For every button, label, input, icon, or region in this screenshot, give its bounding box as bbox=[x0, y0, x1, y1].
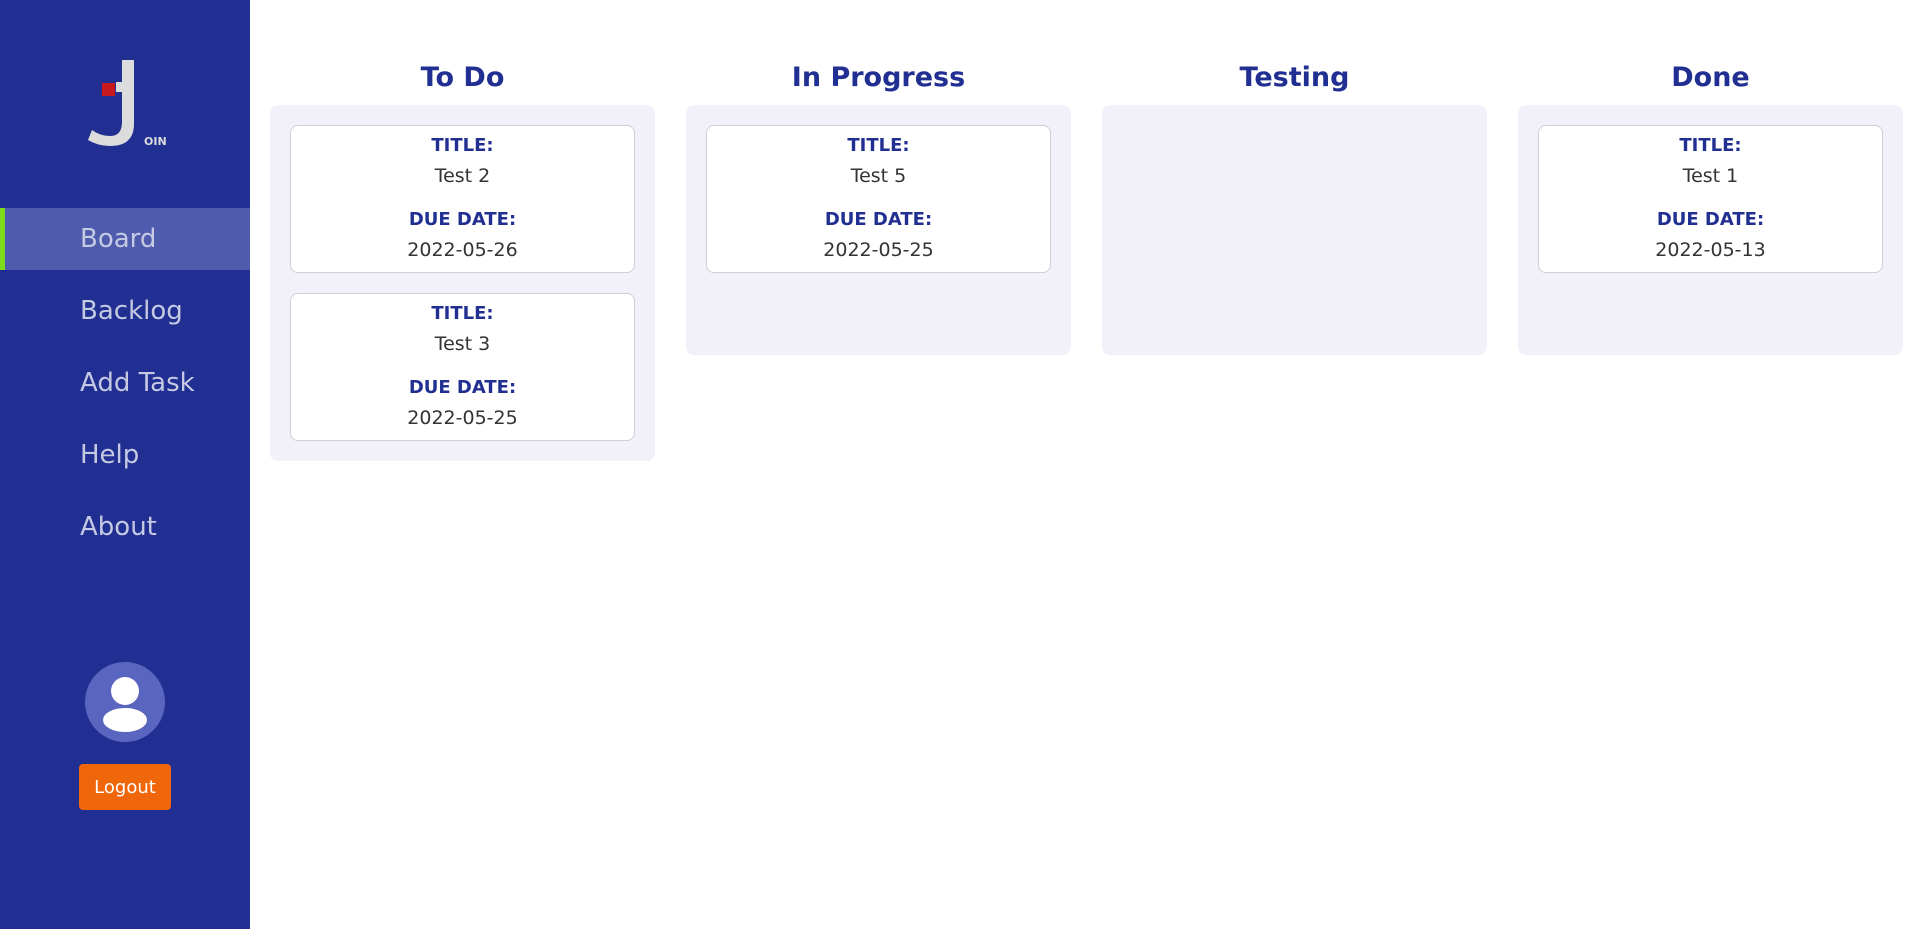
task-title: Test 1 bbox=[1682, 165, 1739, 187]
sidebar-item-label: Help bbox=[80, 440, 140, 470]
task-due-date: 2022-05-25 bbox=[823, 239, 934, 261]
sidebar-item-add-task[interactable]: Add Task bbox=[0, 352, 250, 414]
task-title-label: TITLE: bbox=[1679, 135, 1742, 156]
column-title: Done bbox=[1671, 62, 1750, 93]
kanban-board: To Do TITLE: Test 2 DUE DATE: 2022-05-26… bbox=[270, 0, 1903, 929]
join-logo-icon: OIN bbox=[88, 60, 167, 148]
column-dropzone[interactable]: TITLE: Test 5 DUE DATE: 2022-05-25 bbox=[686, 105, 1071, 355]
sidebar-item-label: Backlog bbox=[80, 296, 183, 326]
task-title: Test 5 bbox=[850, 165, 907, 187]
sidebar-item-label: About bbox=[80, 512, 157, 542]
user-avatar-icon[interactable] bbox=[85, 662, 165, 742]
task-due-label: DUE DATE: bbox=[824, 209, 933, 230]
user-silhouette-icon bbox=[103, 677, 147, 732]
sidebar-item-about[interactable]: About bbox=[0, 496, 250, 558]
task-due-label: DUE DATE: bbox=[408, 209, 517, 230]
svg-text:OIN: OIN bbox=[144, 135, 166, 148]
task-due-label: DUE DATE: bbox=[408, 377, 517, 398]
task-title: Test 3 bbox=[434, 333, 491, 355]
sidebar-item-backlog[interactable]: Backlog bbox=[0, 280, 250, 342]
task-card[interactable]: TITLE: Test 1 DUE DATE: 2022-05-13 bbox=[1538, 125, 1883, 273]
task-card[interactable]: TITLE: Test 2 DUE DATE: 2022-05-26 bbox=[290, 125, 635, 273]
task-due-label: DUE DATE: bbox=[1656, 209, 1765, 230]
column-dropzone[interactable]: TITLE: Test 1 DUE DATE: 2022-05-13 bbox=[1518, 105, 1903, 355]
join-logo[interactable]: OIN bbox=[86, 56, 167, 151]
task-title-label: TITLE: bbox=[847, 135, 910, 156]
task-card[interactable]: TITLE: Test 3 DUE DATE: 2022-05-25 bbox=[290, 293, 635, 441]
sidebar-item-help[interactable]: Help bbox=[0, 424, 250, 486]
sidebar-item-board[interactable]: Board bbox=[0, 208, 250, 270]
task-title-label: TITLE: bbox=[431, 135, 494, 156]
column-title: Testing bbox=[1239, 62, 1350, 93]
column-title: In Progress bbox=[791, 62, 966, 93]
sidebar-nav: Board Backlog Add Task Help About bbox=[0, 208, 250, 568]
sidebar-item-label: Board bbox=[80, 224, 157, 254]
sidebar-item-label: Add Task bbox=[80, 368, 195, 398]
task-card[interactable]: TITLE: Test 5 DUE DATE: 2022-05-25 bbox=[706, 125, 1051, 273]
task-title: Test 2 bbox=[434, 165, 491, 187]
column-title: To Do bbox=[420, 62, 505, 93]
column-dropzone[interactable] bbox=[1102, 105, 1487, 355]
column-dropzone[interactable]: TITLE: Test 2 DUE DATE: 2022-05-26 TITLE… bbox=[270, 105, 655, 461]
task-due-date: 2022-05-26 bbox=[407, 239, 518, 261]
logout-button[interactable]: Logout bbox=[79, 764, 171, 810]
sidebar: OIN Board Backlog Add Task Help About Lo… bbox=[0, 0, 250, 929]
app: OIN Board Backlog Add Task Help About Lo… bbox=[0, 0, 1920, 929]
task-due-date: 2022-05-13 bbox=[1655, 239, 1766, 261]
task-title-label: TITLE: bbox=[431, 303, 494, 324]
task-due-date: 2022-05-25 bbox=[407, 407, 518, 429]
